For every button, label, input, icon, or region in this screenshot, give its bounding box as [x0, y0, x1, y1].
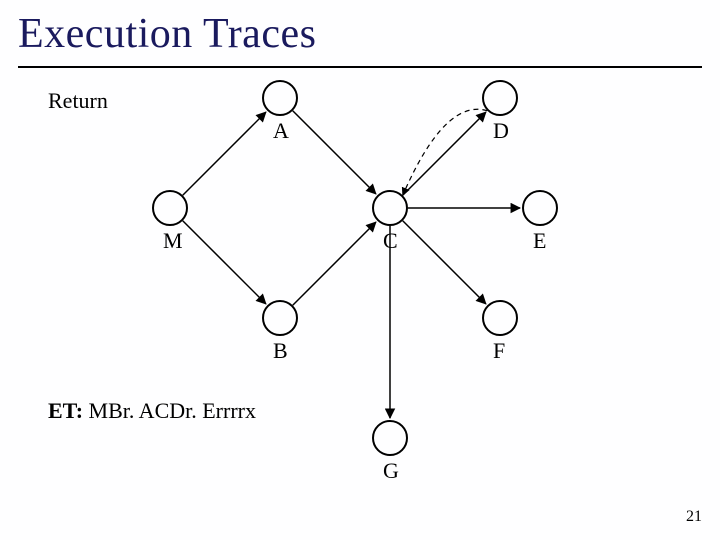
edge-B-C [293, 222, 376, 305]
node-m [152, 190, 188, 226]
edge-C-D [403, 112, 486, 195]
graph-edges [140, 78, 590, 498]
slide-title: Execution Traces [18, 10, 316, 58]
node-f [482, 300, 518, 336]
node-e [522, 190, 558, 226]
graph-diagram: A D M C E B F G [140, 78, 590, 498]
et-prefix: ET: [48, 398, 83, 423]
node-d [482, 80, 518, 116]
node-label-m: M [163, 228, 183, 254]
edge-A-C [293, 111, 376, 194]
node-label-d: D [493, 118, 509, 144]
node-label-c: C [383, 228, 398, 254]
node-label-e: E [533, 228, 546, 254]
return-label: Return [48, 88, 108, 114]
node-label-b: B [273, 338, 288, 364]
node-label-g: G [383, 458, 399, 484]
edge-M-A [183, 112, 266, 195]
page-number: 21 [686, 508, 702, 526]
edge-C-F [403, 221, 486, 304]
edge-M-B [183, 221, 266, 304]
node-a [262, 80, 298, 116]
node-g [372, 420, 408, 456]
node-c [372, 190, 408, 226]
node-b [262, 300, 298, 336]
title-underline [18, 66, 702, 68]
node-label-a: A [273, 118, 289, 144]
node-label-f: F [493, 338, 505, 364]
